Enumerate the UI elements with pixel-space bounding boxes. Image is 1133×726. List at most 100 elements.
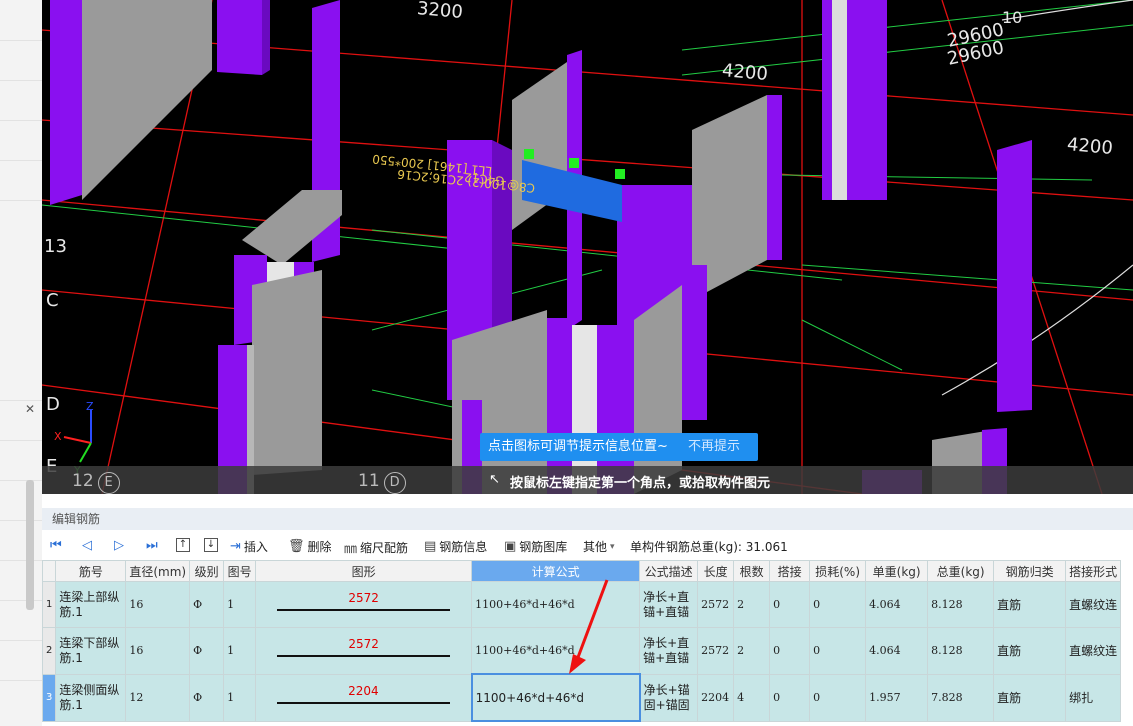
info-icon: ▤ bbox=[424, 539, 437, 554]
cell-grade[interactable]: Φ bbox=[189, 627, 225, 675]
col-header[interactable]: 图形 bbox=[255, 560, 473, 582]
cell-desc[interactable]: 净长+锚固+锚固 bbox=[639, 673, 699, 722]
trash-icon: 🗑 bbox=[288, 539, 305, 554]
cell-name[interactable]: 连梁侧面纵筋.1 bbox=[55, 673, 127, 722]
cell-lap-type[interactable]: 直螺纹连 bbox=[1065, 581, 1122, 628]
cell-count[interactable]: 4 bbox=[733, 673, 771, 722]
col-header[interactable]: 单重(kg) bbox=[865, 560, 929, 582]
cell-diameter[interactable]: 16 bbox=[125, 581, 191, 628]
prev-record-button[interactable]: ◁ bbox=[82, 538, 92, 553]
col-header[interactable]: 图号 bbox=[223, 560, 257, 582]
cell-figure[interactable]: 1 bbox=[223, 673, 257, 722]
svg-text:Z: Z bbox=[86, 400, 94, 413]
rebar-library-button[interactable]: ▣ 钢筋图库 bbox=[504, 538, 567, 555]
grid-number: 10 bbox=[1002, 8, 1023, 27]
other-dropdown[interactable]: 其他 ▾ bbox=[583, 538, 615, 555]
cell-category[interactable]: 直筋 bbox=[993, 673, 1067, 722]
cell-loss[interactable]: 0 bbox=[809, 627, 867, 675]
close-icon[interactable]: ✕ bbox=[25, 402, 35, 416]
formula-editor-field[interactable]: 1100+46*d+46*d bbox=[470, 673, 641, 722]
cell-grade[interactable]: Φ bbox=[189, 581, 225, 628]
axis-label-13: 13 bbox=[44, 236, 67, 257]
rebar-toolbar: ⏮ ◁ ▷ ⏭ ↑ ↓ ⇥ 插入 🗑 删除 ㎜缩尺配筋 ▤ 钢筋信息 ▣ 钢筋图库 其他… bbox=[42, 532, 1133, 560]
cell-name[interactable]: 连梁上部纵筋.1 bbox=[55, 581, 127, 628]
cell-lap-type[interactable]: 直螺纹连 bbox=[1065, 627, 1122, 675]
cell-total-weight[interactable]: 8.128 bbox=[927, 627, 995, 675]
cell-unit-weight[interactable]: 1.957 bbox=[865, 673, 929, 722]
cell-unit-weight[interactable]: 4.064 bbox=[865, 627, 929, 675]
bottom-axis-11: 11 D bbox=[358, 471, 406, 494]
chevron-down-icon: ▾ bbox=[610, 541, 615, 552]
cell-lap[interactable]: 0 bbox=[769, 627, 811, 675]
cell-figure[interactable]: 1 bbox=[223, 627, 257, 675]
cell-length[interactable]: 2204 bbox=[697, 673, 735, 722]
insert-icon: ⇥ bbox=[230, 539, 241, 554]
svg-text:X: X bbox=[54, 430, 62, 443]
cell-count[interactable]: 2 bbox=[733, 581, 771, 628]
col-header[interactable]: 钢筋归类 bbox=[993, 560, 1067, 582]
cell-formula[interactable]: 1100+46*d+46*d bbox=[471, 627, 641, 675]
cell-category[interactable]: 直筋 bbox=[993, 627, 1067, 675]
col-header[interactable]: 级别 bbox=[189, 560, 225, 582]
cell-loss[interactable]: 0 bbox=[809, 673, 867, 722]
col-header[interactable]: 长度 bbox=[697, 560, 735, 582]
cell-desc[interactable]: 净长+直锚+直锚 bbox=[639, 581, 699, 628]
col-header[interactable]: 公式描述 bbox=[639, 560, 699, 582]
cell-diameter[interactable]: 16 bbox=[125, 627, 191, 675]
cell-shape[interactable]: 2572 bbox=[255, 581, 473, 628]
edit-rebar-panel: 编辑钢筋 ⏮ ◁ ▷ ⏭ ↑ ↓ ⇥ 插入 🗑 删除 ㎜缩尺配筋 ▤ 钢筋信息 ▣ 钢筋… bbox=[41, 494, 1133, 726]
table-row[interactable]: 2 连梁下部纵筋.1 16 Φ 1 2572 1100+46*d+46*d 净长… bbox=[41, 627, 1122, 675]
ruler-icon: ㎜ bbox=[344, 542, 358, 557]
last-record-button[interactable]: ⏭ bbox=[146, 538, 158, 553]
table-row[interactable]: 1 连梁上部纵筋.1 16 Φ 1 2572 1100+46*d+46*d 净长… bbox=[41, 581, 1122, 628]
scale-rebar-button[interactable]: ㎜缩尺配筋 bbox=[344, 538, 408, 557]
cell-length[interactable]: 2572 bbox=[697, 581, 735, 628]
cell-shape[interactable]: 2572 bbox=[255, 627, 473, 675]
cursor-icon: ↖ bbox=[489, 472, 500, 487]
move-down-button[interactable]: ↓ bbox=[204, 538, 218, 552]
cell-lap[interactable]: 0 bbox=[769, 581, 811, 628]
table-row-selected[interactable]: 3 连梁侧面纵筋.1 12 Φ 1 2204 1100+46*d+46*d 净长… bbox=[41, 673, 1122, 722]
rebar-table: 筋号 直径(mm) 级别 图号 图形 计算公式 公式描述 长度 根数 搭接 损耗… bbox=[41, 560, 1122, 722]
left-side-panel: ✕ bbox=[0, 0, 43, 726]
col-header[interactable]: 筋号 bbox=[55, 560, 127, 582]
cell-formula[interactable]: 1100+46*d+46*d bbox=[471, 581, 641, 628]
cell-unit-weight[interactable]: 4.064 bbox=[865, 581, 929, 628]
cell-shape[interactable]: 2204 bbox=[255, 673, 473, 722]
cell-count[interactable]: 2 bbox=[733, 627, 771, 675]
cell-lap[interactable]: 0 bbox=[769, 673, 811, 722]
col-header[interactable]: 损耗(%) bbox=[809, 560, 867, 582]
dismiss-hint-link[interactable]: 不再提示 bbox=[688, 433, 740, 461]
3d-model-viewport[interactable]: Z X Y 3200 29600 29600 4200 4200 10 LL1 … bbox=[42, 0, 1133, 494]
col-header-formula[interactable]: 计算公式 bbox=[471, 560, 641, 582]
axis-label-d: D bbox=[46, 394, 60, 415]
col-header[interactable]: 直径(mm) bbox=[125, 560, 191, 582]
col-header[interactable]: 搭接形式 bbox=[1065, 560, 1122, 582]
cell-category[interactable]: 直筋 bbox=[993, 581, 1067, 628]
panel-title: 编辑钢筋 bbox=[42, 508, 1133, 530]
cell-lap-type[interactable]: 绑扎 bbox=[1065, 673, 1122, 722]
first-record-button[interactable]: ⏮ bbox=[50, 538, 62, 553]
axis-label-c: C bbox=[46, 290, 59, 311]
cell-length[interactable]: 2572 bbox=[697, 627, 735, 675]
rebar-info-button[interactable]: ▤ 钢筋信息 bbox=[424, 538, 487, 555]
hint-message: 点击图标可调节提示信息位置~ bbox=[488, 439, 668, 454]
model-scene[interactable]: Z X Y bbox=[42, 0, 1133, 494]
cell-loss[interactable]: 0 bbox=[809, 581, 867, 628]
hint-tooltip[interactable]: 点击图标可调节提示信息位置~ 不再提示 bbox=[480, 433, 758, 461]
side-scrollbar[interactable] bbox=[26, 480, 34, 610]
col-header[interactable]: 总重(kg) bbox=[927, 560, 995, 582]
cell-grade[interactable]: Φ bbox=[189, 673, 225, 722]
col-header[interactable]: 根数 bbox=[733, 560, 771, 582]
cell-diameter[interactable]: 12 bbox=[125, 673, 191, 722]
move-up-button[interactable]: ↑ bbox=[176, 538, 190, 552]
cell-name[interactable]: 连梁下部纵筋.1 bbox=[55, 627, 127, 675]
cell-desc[interactable]: 净长+直锚+直锚 bbox=[639, 627, 699, 675]
insert-button[interactable]: ⇥ 插入 bbox=[230, 538, 268, 555]
col-header[interactable]: 搭接 bbox=[769, 560, 811, 582]
delete-button[interactable]: 🗑 删除 bbox=[288, 538, 332, 555]
next-record-button[interactable]: ▷ bbox=[114, 538, 124, 553]
cell-total-weight[interactable]: 7.828 bbox=[927, 673, 995, 722]
cell-total-weight[interactable]: 8.128 bbox=[927, 581, 995, 628]
cell-figure[interactable]: 1 bbox=[223, 581, 257, 628]
